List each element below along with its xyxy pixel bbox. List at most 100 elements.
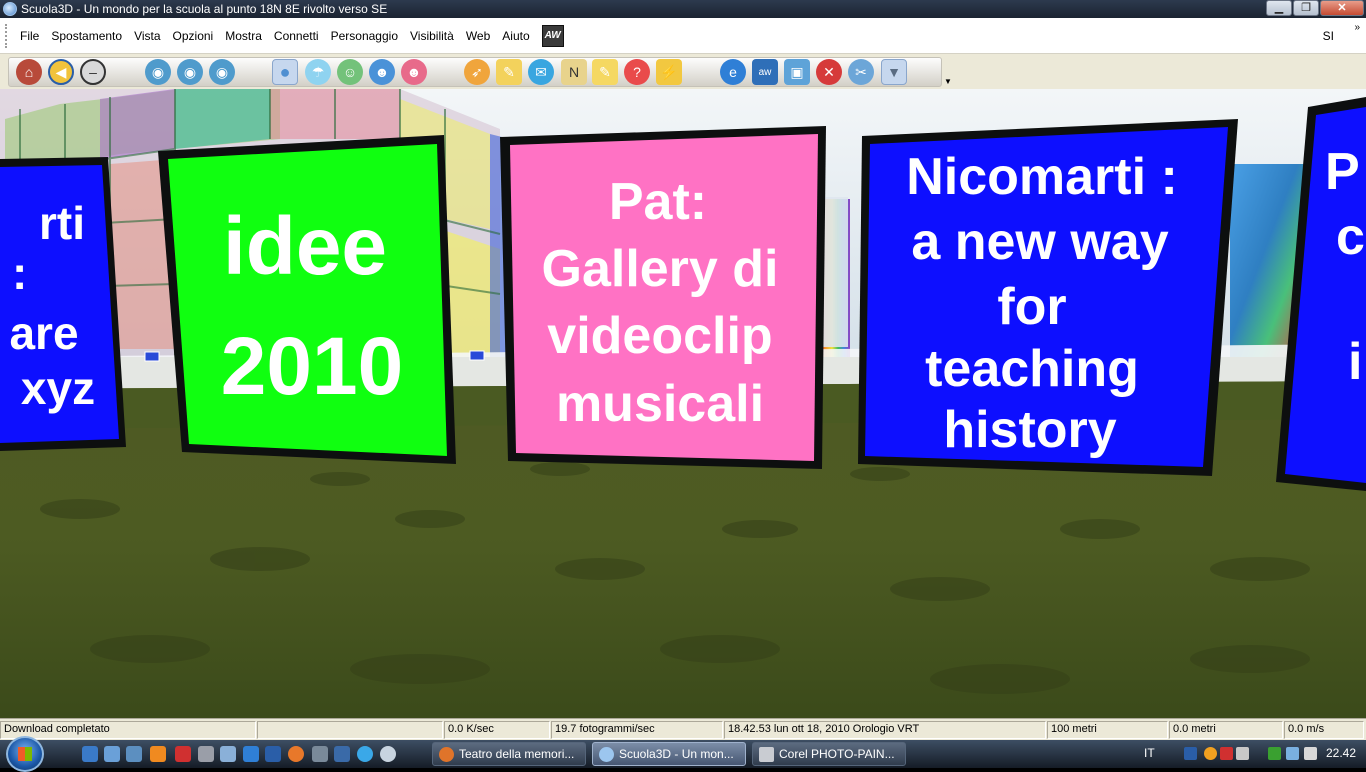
edit-icon[interactable]: ✎ [592,59,618,85]
tray-network-icon[interactable] [1286,747,1299,760]
title-bar[interactable]: Scuola3D - Un mondo per la scuola al pun… [0,0,1366,18]
shirt-icon[interactable]: ▼ [881,59,907,85]
board-1-line-4: xyz [21,362,95,414]
task-scuola3d[interactable]: Scuola3D - Un mon... [592,742,746,766]
board-1-line-2: : [12,247,27,299]
task-corel[interactable]: Corel PHOTO-PAIN... [752,742,906,766]
tray-antivirus-icon[interactable] [1220,747,1233,760]
filezilla-icon[interactable] [175,746,191,762]
menu-bar: File Spostamento Vista Opzioni Mostra Co… [0,18,1366,54]
board-1-line-1: rti [39,197,85,249]
info-board-3[interactable]: Pat: Gallery di videoclip musicali [500,126,826,469]
rocket-icon[interactable]: ➶ [464,59,490,85]
camera-icon[interactable]: ▣ [784,59,810,85]
task-teatro-label: Teatro della memori... [459,747,575,761]
tray-norton-icon[interactable] [1204,747,1217,760]
notes-icon[interactable]: N [561,59,587,85]
small-sign [144,351,160,362]
toolbar-dropdown-icon[interactable]: ▼ [944,77,952,86]
teleport-icon[interactable]: ☂ [305,59,331,85]
start-button[interactable] [6,736,44,772]
board-3-line-4: musicali [556,375,764,433]
windows-logo-icon [18,747,32,761]
board-4-line-4: teaching [925,340,1139,398]
status-fps: 19.7 fotogrammi/sec [551,721,723,739]
contacts-icon[interactable]: ☻ [369,59,395,85]
info-board-1[interactable]: rti : are xyz [0,157,126,451]
board-4-line-1: Nicomarti : [906,148,1178,206]
menu-spostamento[interactable]: Spostamento [45,29,128,43]
menu-grip[interactable] [5,23,8,48]
menu-opzioni[interactable]: Opzioni [167,29,220,43]
status-distance: 100 metri [1047,721,1168,739]
firefox-icon [439,747,454,762]
pencil-icon[interactable]: ✎ [496,59,522,85]
user-icon[interactable]: ☺ [337,59,363,85]
photoshop-icon[interactable] [265,746,281,762]
chat-bubble-icon[interactable]: ✉ [528,59,554,85]
tray-mail-icon[interactable] [1236,747,1249,760]
show-desktop-icon[interactable] [82,746,98,762]
menu-overflow-chevron-icon[interactable]: » [1354,22,1360,34]
status-bar: Download completato 0.0 K/sec 19.7 fotog… [0,718,1366,740]
app-icon[interactable] [312,746,328,762]
board-4-line-2: a new way [911,213,1168,271]
eye-1st-person-icon[interactable]: ◉ [145,59,171,85]
task-teatro[interactable]: Teatro della memori... [432,742,586,766]
tools-icon[interactable]: ✂ [848,59,874,85]
explorer-icon[interactable] [104,746,120,762]
menu-visibilita[interactable]: Visibilità [404,29,460,43]
menu-file[interactable]: File [14,29,45,43]
task-scuola3d-label: Scuola3D - Un mon... [619,747,734,761]
menu-aiuto[interactable]: Aiuto [496,29,535,43]
menu-web[interactable]: Web [460,29,496,43]
firefox-icon[interactable] [288,746,304,762]
board-2-line-1: idee [223,201,387,292]
stop-icon[interactable]: – [80,59,106,85]
tray-safely-remove-icon[interactable] [1268,747,1281,760]
help-icon[interactable]: ? [624,59,650,85]
eye-3rd-person-icon[interactable]: ◉ [177,59,203,85]
menu-vista[interactable]: Vista [128,29,166,43]
tray-volume-icon[interactable] [1304,747,1317,760]
network-icon[interactable] [334,746,350,762]
menu-connetti[interactable]: Connetti [268,29,325,43]
window-switcher-icon[interactable] [126,746,142,762]
group-icon[interactable]: ☻ [401,59,427,85]
board-2-line-2: 2010 [221,321,403,412]
3d-world-viewport[interactable]: rti : are xyz idee 2010 Pat: Gallery di … [0,89,1366,718]
globe-icon[interactable] [380,746,396,762]
maximize-button[interactable]: ❐ [1293,0,1319,16]
tray-clock[interactable]: 22.42 [1326,746,1356,760]
tray-app-icon[interactable] [1184,747,1197,760]
app-globe-icon [3,2,17,16]
info-board-2[interactable]: idee 2010 [158,135,456,464]
skype-icon[interactable] [357,746,373,762]
back-icon[interactable]: ◀ [48,59,74,85]
menu-personaggio[interactable]: Personaggio [325,29,404,43]
calculator-icon[interactable] [198,746,214,762]
avatar-icon[interactable]: ● [272,59,298,85]
board-4-line-5: history [943,401,1116,459]
paint-icon[interactable] [220,746,236,762]
board-1-line-3: are [9,307,78,359]
menu-si[interactable]: SI [1323,29,1334,43]
home-icon[interactable]: ⌂ [16,59,42,85]
internet-explorer-icon[interactable] [243,746,259,762]
aw-icon[interactable]: aw [752,59,778,85]
corel-icon [759,747,774,762]
menu-mostra[interactable]: Mostra [219,29,268,43]
close-button[interactable]: ✕ [1320,0,1364,16]
media-player-icon[interactable] [150,746,166,762]
status-empty [257,721,443,739]
status-altitude: 0.0 metri [1169,721,1283,739]
internet-explorer-icon[interactable]: e [720,59,746,85]
board-3-line-2: Gallery di [542,240,779,298]
eye-view-icon[interactable]: ◉ [209,59,235,85]
lightning-icon[interactable]: ⚡ [656,59,682,85]
info-board-4[interactable]: Nicomarti : a new way for teaching histo… [858,119,1238,476]
3d-scene: rti : are xyz idee 2010 Pat: Gallery di … [0,89,1366,718]
language-indicator[interactable]: IT [1144,746,1155,760]
block-icon[interactable]: ✕ [816,59,842,85]
minimize-button[interactable]: ▁ [1266,0,1292,16]
